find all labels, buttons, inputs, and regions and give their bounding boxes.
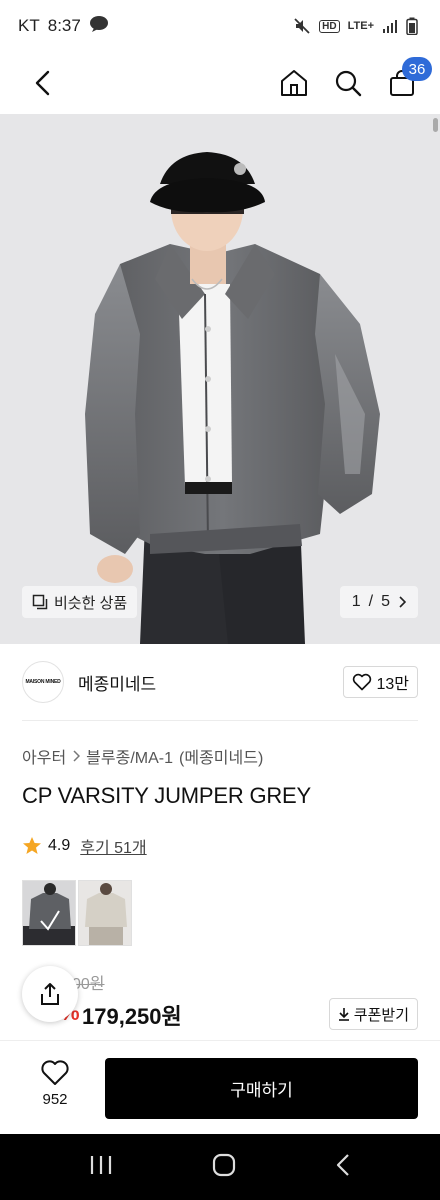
thumbnail-grey[interactable] xyxy=(22,880,76,946)
recent-apps-icon xyxy=(91,1155,112,1174)
back-nav-button[interactable] xyxy=(335,1153,351,1182)
brand-link[interactable]: MAISON MINED 메종미네드 xyxy=(22,661,156,703)
product-hero-image[interactable]: 비슷한 상품 1 / 5 xyxy=(0,114,440,644)
top-nav-bar: 36 xyxy=(0,52,440,114)
rating-value: 4.9 xyxy=(48,837,71,854)
share-button[interactable] xyxy=(22,966,78,1022)
cart-count-badge: 36 xyxy=(402,57,432,81)
breadcrumb-subcategory[interactable]: 블루종/MA-1 xyxy=(86,744,173,768)
wishlist-button[interactable]: 952 xyxy=(22,1059,88,1108)
product-title: CP VARSITY JUMPER GREY xyxy=(22,783,312,808)
status-bar: KT 8:37 HD LTE+ xyxy=(0,0,440,52)
coupon-label: 쿠폰받기 xyxy=(353,1006,409,1024)
wishlist-count: 952 xyxy=(42,1091,68,1108)
hd-icon: HD xyxy=(319,19,340,33)
buy-button[interactable]: 구매하기 xyxy=(105,1058,418,1119)
system-navigation-bar xyxy=(0,1134,440,1200)
price-row: 00원 % 179,250원 쿠폰받기 xyxy=(22,968,418,1032)
network-label: LTE+ xyxy=(347,20,374,32)
page-total: 5 xyxy=(381,593,390,610)
page-current: 1 xyxy=(351,593,361,610)
back-arrow-icon xyxy=(35,70,50,96)
breadcrumb-category[interactable]: 아우터 xyxy=(22,744,66,768)
image-page-indicator[interactable]: 1 / 5 xyxy=(339,586,418,618)
chevron-right-icon xyxy=(73,750,81,762)
search-button[interactable] xyxy=(332,67,364,99)
home-icon xyxy=(281,70,307,96)
search-icon xyxy=(335,70,362,97)
cart-button[interactable]: 36 xyxy=(386,57,432,99)
breadcrumb: 아우터 블루종/MA-1 (메종미네드) xyxy=(22,744,263,768)
chat-notification-icon xyxy=(89,15,109,38)
signal-icon xyxy=(382,18,398,34)
back-button[interactable] xyxy=(26,67,58,99)
home-button[interactable] xyxy=(278,67,310,99)
status-right: HD LTE+ xyxy=(293,17,418,35)
download-icon xyxy=(338,1008,349,1021)
brand-row: MAISON MINED 메종미네드 13만 xyxy=(22,660,418,704)
scroll-indicator[interactable] xyxy=(433,118,438,132)
model-photo xyxy=(0,114,440,644)
similar-products-label: 비슷한 상품 xyxy=(54,594,128,612)
bottom-purchase-bar: 952 구매하기 xyxy=(0,1040,440,1134)
breadcrumb-brand[interactable]: (메종미네드) xyxy=(179,744,263,768)
battery-icon xyxy=(406,17,418,35)
coupon-button[interactable]: 쿠폰받기 xyxy=(328,998,418,1030)
carrier-label: KT xyxy=(18,16,40,35)
star-icon xyxy=(23,837,41,854)
brand-like-button[interactable]: 13만 xyxy=(343,666,418,698)
thumbnail-grey-image xyxy=(23,881,75,945)
thumbnail-beige[interactable] xyxy=(78,880,132,946)
similar-products-button[interactable]: 비슷한 상품 xyxy=(22,586,138,618)
recent-apps-button[interactable] xyxy=(89,1154,113,1181)
share-icon xyxy=(41,983,59,1005)
rating-row: 4.9 후기 51개 xyxy=(22,834,147,858)
brand-name[interactable]: 메종미네드 xyxy=(78,670,156,695)
review-link[interactable]: 후기 51개 xyxy=(80,834,146,858)
brand-like-count: 13만 xyxy=(376,676,409,693)
home-nav-icon xyxy=(212,1153,236,1176)
clock: 8:37 xyxy=(47,16,81,35)
heart-icon xyxy=(41,1060,69,1085)
back-nav-icon xyxy=(336,1153,349,1176)
brand-logo[interactable]: MAISON MINED xyxy=(22,661,64,703)
chevron-right-icon xyxy=(399,596,406,608)
home-nav-button[interactable] xyxy=(212,1153,236,1182)
divider xyxy=(22,720,418,721)
thumbnail-beige-image xyxy=(79,881,131,945)
mute-icon xyxy=(293,17,311,35)
status-left: KT 8:37 xyxy=(18,15,109,38)
color-thumbnails xyxy=(22,880,132,946)
heart-icon xyxy=(353,673,372,691)
copy-icon xyxy=(32,594,48,610)
nav-actions: 36 xyxy=(278,57,432,99)
brand-logo-text: MAISON MINED xyxy=(25,679,61,685)
sale-price: 179,250원 xyxy=(82,1004,182,1029)
page-separator: / xyxy=(368,593,374,610)
